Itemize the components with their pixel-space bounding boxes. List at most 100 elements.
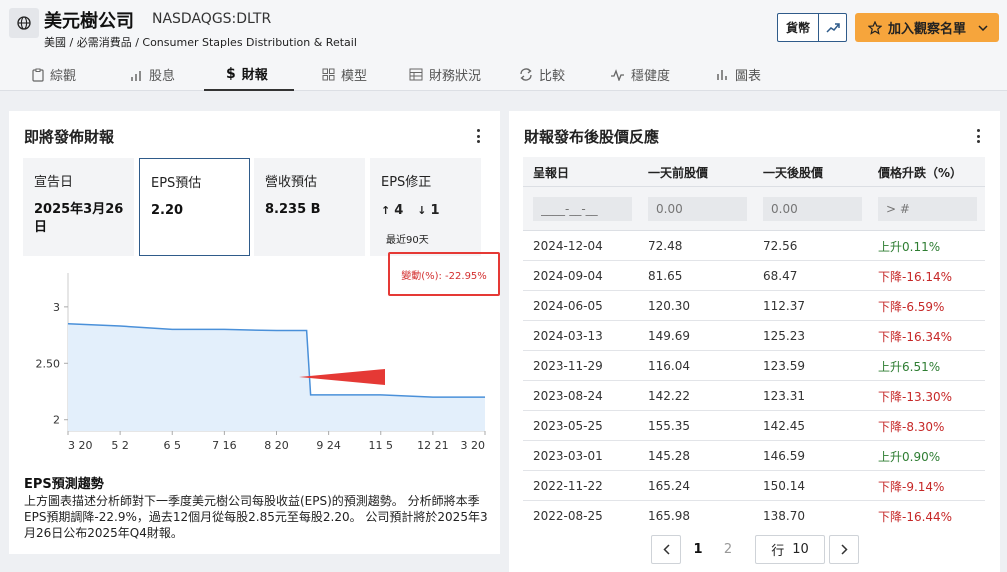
tab-earnings[interactable]: $ 財報 <box>204 58 294 91</box>
column-header-date[interactable]: 呈報日 <box>533 157 569 187</box>
date-filter-input[interactable] <box>533 197 632 221</box>
x-tick-label: 5 2 <box>111 439 129 451</box>
more-options-icon[interactable] <box>472 127 484 145</box>
prev-page-button[interactable] <box>651 535 681 564</box>
tab-compare[interactable]: 比較 <box>519 58 565 91</box>
cell-date: 2023-05-25 <box>533 419 603 433</box>
tab-health[interactable]: 穩健度 <box>610 58 670 91</box>
annotation-arrow <box>299 369 385 385</box>
tab-financials[interactable]: 財務狀況 <box>409 58 481 91</box>
cell-change: 下降-16.14% <box>878 269 953 284</box>
cell-after: 68.47 <box>763 269 798 283</box>
eps-revision-card[interactable]: EPS修正 ↑ 4 ↓ 1 最近90天 <box>370 158 481 256</box>
table-row: 2022-11-22 165.24 150.14 下降-9.14% <box>523 471 985 501</box>
currency-button-group: 貨幣 <box>777 13 847 42</box>
chevron-left-icon <box>662 544 670 555</box>
column-header-price-after[interactable]: 一天後股價 <box>763 157 823 187</box>
cell-before: 116.04 <box>648 359 690 373</box>
dollar-icon: $ <box>226 65 236 82</box>
upcoming-earnings-panel: 即將發佈財報 宣告日 2025年3月26日 EPS預估 2.20 營收預估 8.… <box>9 111 500 554</box>
revenue-estimate-value: 8.235 B <box>265 202 321 217</box>
table-row: 2024-12-04 72.48 72.56 上升0.11% <box>523 231 985 261</box>
table-row: 2024-09-04 81.65 68.47 下降-16.14% <box>523 261 985 291</box>
cell-after: 150.14 <box>763 479 805 493</box>
add-watchlist-button[interactable]: 加入觀察名單 <box>855 13 999 42</box>
add-watchlist-label: 加入觀察名單 <box>888 22 967 37</box>
revision-up-count: 4 <box>394 203 404 218</box>
tab-charts[interactable]: 圖表 <box>716 58 761 91</box>
x-tick-label: 11 5 <box>369 439 394 451</box>
eps-estimate-card[interactable]: EPS預估 2.20 <box>139 158 250 256</box>
cell-after: 138.70 <box>763 509 805 523</box>
price-before-filter-input[interactable] <box>648 197 747 221</box>
y-tick-label: 2 <box>53 414 60 427</box>
tab-model[interactable]: 模型 <box>322 58 367 91</box>
eps-estimate-label: EPS預估 <box>151 176 202 191</box>
currency-button[interactable]: 貨幣 <box>778 14 819 41</box>
cell-date: 2022-11-22 <box>533 479 603 493</box>
column-header-price-before[interactable]: 一天前股價 <box>648 157 708 187</box>
ticker-symbol: NASDAQGS:DLTR <box>152 11 272 27</box>
cell-change: 下降-13.30% <box>878 389 953 404</box>
column-header-change[interactable]: 價格升跌（%） <box>878 157 962 187</box>
change-annotation-text: 變動(%): -22.95% <box>401 270 487 282</box>
revenue-estimate-card[interactable]: 營收預估 8.235 B <box>254 158 365 256</box>
clipboard-icon <box>32 68 44 82</box>
page-1-button[interactable]: 1 <box>683 542 713 557</box>
company-category: 美國 / 必需消費品 / Consumer Staples Distributi… <box>44 36 357 49</box>
cell-before: 165.98 <box>648 509 690 523</box>
cell-change: 下降-8.30% <box>878 419 945 434</box>
cell-after: 125.23 <box>763 329 805 343</box>
cell-date: 2023-03-01 <box>533 449 603 463</box>
cell-change: 上升6.51% <box>878 359 941 374</box>
bar-up-icon <box>129 68 143 82</box>
reaction-table-body: 2024-12-04 72.48 72.56 上升0.11% 2024-09-04 81.… <box>523 231 985 529</box>
cell-after: 142.45 <box>763 419 805 433</box>
x-tick-label: 3 20 <box>68 439 93 451</box>
company-name: 美元樹公司 <box>44 11 134 32</box>
cell-before: 149.69 <box>648 329 690 343</box>
x-tick-label: 8 20 <box>264 439 289 451</box>
cell-before: 120.30 <box>648 299 690 313</box>
cell-before: 155.35 <box>648 419 690 433</box>
cell-before: 81.65 <box>648 269 683 283</box>
cell-after: 146.59 <box>763 449 805 463</box>
table-row: 2024-03-13 149.69 125.23 下降-16.34% <box>523 321 985 351</box>
x-tick-label: 3 20 <box>461 439 486 451</box>
arrow-up-icon: ↑ <box>381 204 391 217</box>
globe-icon[interactable] <box>9 8 39 38</box>
page-2-button[interactable]: 2 <box>713 542 743 557</box>
cell-change: 下降-6.59% <box>878 299 945 314</box>
eps-estimate-value: 2.20 <box>151 203 184 218</box>
rows-per-page-select[interactable]: 行 10 <box>755 535 825 564</box>
announce-date-value: 2025年3月26日 <box>34 202 124 235</box>
filter-row <box>523 187 985 231</box>
cell-before: 142.22 <box>648 389 690 403</box>
cell-change: 下降-16.44% <box>878 509 953 524</box>
cell-after: 123.59 <box>763 359 805 373</box>
x-tick-label: 12 21 <box>417 439 449 451</box>
cell-date: 2024-03-13 <box>533 329 603 343</box>
pulse-icon <box>610 68 625 81</box>
eps-trend-title: EPS預測趨勢 <box>24 477 104 492</box>
price-after-filter-input[interactable] <box>763 197 862 221</box>
tab-dividend[interactable]: 股息 <box>129 58 175 91</box>
y-tick-label: 3 <box>53 301 60 314</box>
cell-after: 123.31 <box>763 389 805 403</box>
revenue-estimate-label: 營收預估 <box>265 175 318 190</box>
more-options-icon[interactable] <box>972 127 984 145</box>
table-row: 2022-08-25 165.98 138.70 下降-16.44% <box>523 501 985 529</box>
cell-after: 112.37 <box>763 299 805 313</box>
bars-icon <box>716 68 729 81</box>
tab-overview[interactable]: 綜觀 <box>32 58 76 91</box>
next-page-button[interactable] <box>829 535 859 564</box>
cell-change: 下降-9.14% <box>878 479 945 494</box>
arrow-down-icon: ↓ <box>417 204 427 217</box>
trend-chart-button[interactable] <box>819 14 846 41</box>
upcoming-earnings-title: 即將發佈財報 <box>24 128 115 146</box>
announce-date-label: 宣告日 <box>34 175 74 190</box>
change-filter-input[interactable] <box>878 197 977 221</box>
table-row: 2024-06-05 120.30 112.37 下降-6.59% <box>523 291 985 321</box>
eps-revision-label: EPS修正 <box>381 175 432 190</box>
cell-date: 2022-08-25 <box>533 509 603 523</box>
